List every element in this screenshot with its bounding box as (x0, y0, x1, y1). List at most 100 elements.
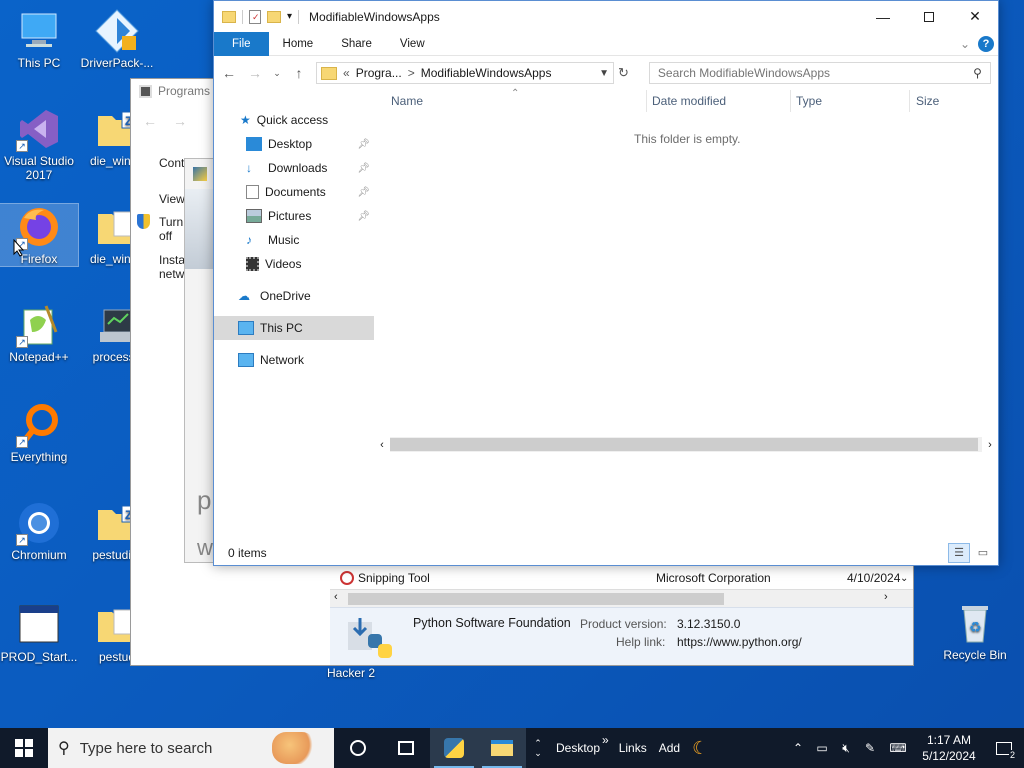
nav-downloads[interactable]: ↓ Downloads 📌︎ (214, 156, 374, 180)
install-program-link-line2[interactable]: netw (159, 267, 184, 281)
column-separator[interactable] (790, 90, 791, 112)
nav-network[interactable]: Network (214, 348, 374, 372)
toolbar-desktop[interactable]: Desktop (550, 741, 606, 755)
desktop-icon-recycle-bin[interactable]: ♻ Recycle Bin (936, 600, 1014, 662)
nav-music[interactable]: ♪ Music (214, 228, 374, 252)
column-date-modified[interactable]: Date modified (652, 94, 726, 108)
control-panel-link[interactable]: Cont (159, 156, 184, 170)
new-folder-icon[interactable] (267, 10, 281, 23)
pin-icon[interactable]: 📌︎ (357, 139, 370, 150)
program-list-row[interactable]: Snipping Tool Microsoft Corporation 4/10… (330, 567, 913, 589)
search-input[interactable] (657, 66, 974, 80)
scrollbar-thumb[interactable] (348, 593, 724, 605)
install-program-link[interactable]: Insta (159, 253, 185, 267)
program-list-scrollbar[interactable]: ‹ › (330, 589, 913, 607)
turn-features-link-line2[interactable]: off (159, 229, 172, 243)
tab-view[interactable]: View (386, 32, 439, 56)
expand-ribbon-chevron-icon[interactable]: ⌄ (960, 37, 970, 51)
search-box[interactable]: ⚲ (648, 62, 991, 84)
tab-file[interactable]: File (214, 31, 269, 56)
taskbar-file-explorer[interactable] (478, 728, 526, 768)
clock[interactable]: 1:17 AM 5/12/2024 (914, 732, 984, 764)
pen-icon[interactable]: ✎ (858, 728, 882, 768)
file-list-horizontal-scrollbar[interactable]: ‹ › (374, 436, 998, 453)
file-list-pane[interactable]: Name ⌃ Date modified Type Size This fold… (374, 88, 998, 541)
large-icons-view-button[interactable]: ▭ (972, 543, 994, 563)
properties-icon[interactable]: ✓ (249, 9, 261, 24)
scroll-right-icon[interactable]: › (884, 591, 888, 603)
nav-quick-access[interactable]: ★ Quick access (214, 108, 374, 132)
taskbar-search-box[interactable]: ⚲ Type here to search (48, 728, 334, 768)
help-link-value[interactable]: https://www.python.org/ (677, 635, 802, 649)
scroll-left-icon[interactable]: ‹ (374, 439, 390, 451)
refresh-button[interactable]: ↻ (618, 65, 629, 81)
desktop-icon-hacker2[interactable]: Hacker 2 (312, 666, 390, 680)
desktop-icon-driverpack[interactable]: DriverPack-... (78, 8, 156, 70)
breadcrumb-current[interactable]: ModifiableWindowsApps (421, 66, 552, 80)
nav-videos[interactable]: Videos (214, 252, 374, 276)
up-button[interactable]: ↑ (290, 65, 308, 81)
action-center-button[interactable]: 2 (984, 728, 1024, 768)
touch-keyboard-icon[interactable]: ⌨ (882, 728, 914, 768)
taskbar-python-installer[interactable] (430, 728, 478, 768)
desktop-icon-firefox[interactable]: ↗ Firefox (0, 203, 79, 267)
file-explorer-window[interactable]: ✓ ▾ ModifiableWindowsApps — ✕ File Home … (213, 0, 999, 566)
back-button[interactable]: ← (220, 65, 238, 81)
desktop-icon-prod-start[interactable]: PROD_Start... (0, 602, 78, 664)
address-history-chevron-icon[interactable]: ▼ (599, 68, 609, 79)
pin-icon[interactable]: 📌︎ (357, 163, 370, 174)
customize-toolbar-chevron-icon[interactable]: ▾ (287, 11, 292, 22)
help-icon[interactable]: ? (978, 35, 994, 52)
cortana-button[interactable] (334, 728, 382, 768)
nav-desktop[interactable]: Desktop 📌︎ (214, 132, 374, 156)
desktop-icon-chromium[interactable]: ↗ Chromium (0, 500, 78, 562)
desktop-icon-visual-studio[interactable]: ↗ Visual Studio 2017 (0, 106, 78, 182)
toolbar-scroll-button[interactable]: ⌃ ⌄ (526, 728, 550, 768)
close-button[interactable]: ✕ (952, 1, 998, 32)
tab-share[interactable]: Share (327, 32, 386, 56)
forward-button[interactable]: → (246, 65, 264, 81)
column-size[interactable]: Size (916, 94, 939, 108)
explorer-titlebar[interactable]: ✓ ▾ ModifiableWindowsApps — ✕ (214, 1, 998, 32)
nav-onedrive[interactable]: ☁ OneDrive (214, 284, 374, 308)
nav-this-pc[interactable]: This PC (214, 316, 374, 340)
network-icon[interactable]: ▭ (810, 728, 834, 768)
scroll-left-icon[interactable]: ‹ (334, 591, 338, 603)
scrollbar-thumb[interactable] (390, 438, 978, 451)
navigation-pane[interactable]: ★ Quick access Desktop 📌︎ ↓ Downloads 📌︎… (214, 90, 374, 541)
column-type[interactable]: Type (796, 94, 822, 108)
start-button[interactable] (0, 728, 48, 768)
toolbar-links[interactable]: Links (613, 741, 653, 755)
pin-icon[interactable]: 📌︎ (357, 187, 370, 198)
column-separator[interactable] (646, 90, 647, 112)
recent-locations-chevron-icon[interactable]: ⌄ (272, 68, 282, 79)
night-light-moon-icon[interactable]: ☾ (692, 738, 708, 759)
scroll-right-icon[interactable]: › (982, 439, 998, 451)
show-hidden-icons-chevron-icon[interactable]: ⌃ (786, 728, 810, 768)
breadcrumb-overflow[interactable]: « (343, 66, 350, 80)
desktop-icon-notepadpp[interactable]: ↗ Notepad++ (0, 302, 78, 364)
scrollbar-track[interactable] (390, 437, 982, 452)
details-view-button[interactable]: ☰ (948, 542, 970, 563)
breadcrumb-parent[interactable]: Progra... (356, 66, 402, 80)
desktop-icon-label: Notepad++ (9, 350, 69, 364)
volume-muted-icon[interactable]: 🔇︎ (834, 728, 858, 768)
minimize-button[interactable]: — (860, 1, 906, 32)
column-name[interactable]: Name (391, 94, 423, 108)
view-updates-link[interactable]: View (159, 192, 185, 206)
nav-pictures[interactable]: Pictures 📌︎ (214, 204, 374, 228)
desktop-icon-everything[interactable]: ↗ Everything (0, 402, 78, 464)
toolbar-add[interactable]: Add (653, 741, 686, 755)
tab-home[interactable]: Home (269, 32, 328, 56)
chevron-down-icon[interactable]: ⌄ (900, 573, 908, 584)
desktop-icon-this-pc[interactable]: This PC (0, 8, 78, 70)
breadcrumb-separator[interactable]: > (408, 66, 415, 80)
toolbar-overflow-chevron[interactable]: » (602, 733, 609, 747)
column-separator[interactable] (909, 90, 910, 112)
address-bar[interactable]: « Progra... > ModifiableWindowsApps ▼ (316, 62, 614, 84)
turn-features-link[interactable]: Turn (159, 215, 183, 229)
task-view-button[interactable] (382, 728, 430, 768)
nav-documents[interactable]: Documents 📌︎ (214, 180, 374, 204)
pin-icon[interactable]: 📌︎ (357, 211, 370, 222)
maximize-button[interactable] (906, 1, 952, 32)
